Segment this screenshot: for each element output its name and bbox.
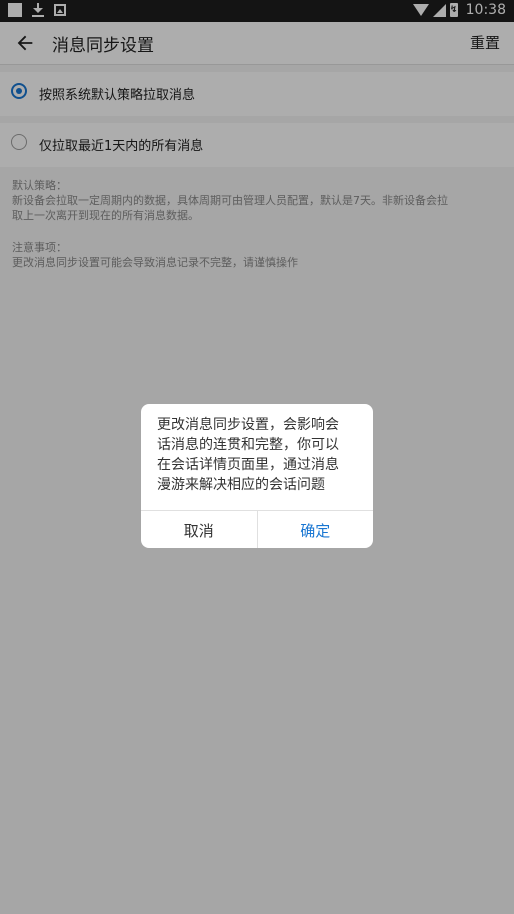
confirm-dialog: 更改消息同步设置，会影响会 话消息的连贯和完整，你可以 在会话详情页面里，通过消… (141, 404, 373, 548)
dialog-message-line: 漫游来解决相应的会话问题 (157, 477, 325, 493)
cancel-button[interactable]: 取消 (141, 511, 258, 548)
dialog-message: 更改消息同步设置，会影响会 话消息的连贯和完整，你可以 在会话详情页面里，通过消… (157, 415, 357, 495)
confirm-button[interactable]: 确定 (258, 511, 374, 548)
dialog-message-line: 在会话详情页面里，通过消息 (157, 457, 339, 473)
dialog-message-line: 更改消息同步设置，会影响会 (157, 417, 339, 433)
dialog-buttons: 取消 确定 (141, 510, 373, 548)
dialog-message-line: 话消息的连贯和完整，你可以 (157, 437, 339, 453)
